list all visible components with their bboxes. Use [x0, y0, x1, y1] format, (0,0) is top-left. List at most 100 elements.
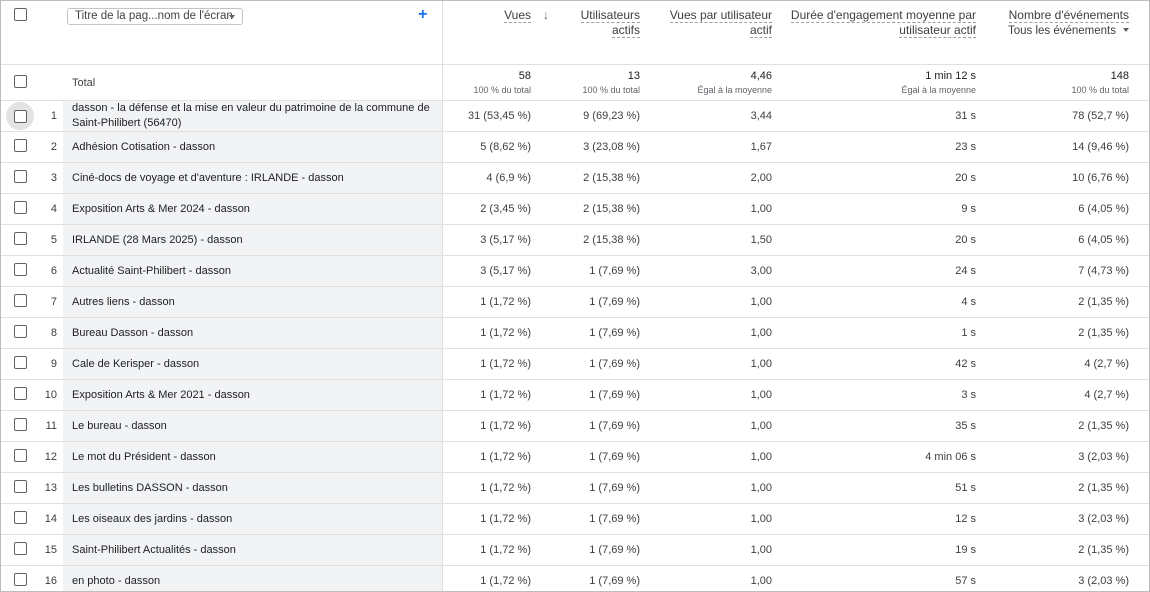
row-checkbox[interactable]: [14, 139, 27, 152]
totals-label: Total: [63, 64, 443, 101]
page-title-cell[interactable]: Cale de Kerisper - dasson: [63, 348, 443, 380]
header-row: Titre de la pag...nom de l'écran + Vues …: [1, 1, 1149, 65]
table-row[interactable]: 16 en photo - dasson 1 (1,72 %) 1 (7,69 %) 1…: [1, 565, 1149, 591]
table-body: 1 dasson - la défense et la mise en valeu…: [1, 100, 1149, 591]
row-checkbox[interactable]: [14, 542, 27, 555]
page-title-cell[interactable]: Les oiseaux des jardins - dasson: [63, 503, 443, 535]
event-count-cell: 4 (2,7 %): [984, 379, 1149, 411]
row-index: 16: [37, 565, 63, 591]
total-active-users-sub: 100 % du total: [582, 84, 640, 95]
table-row[interactable]: 3 Ciné-docs de voyage et d'aventure : IRL…: [1, 162, 1149, 194]
page-title-cell[interactable]: IRLANDE (28 Mars 2025) - dasson: [63, 224, 443, 256]
event-count-cell: 3 (2,03 %): [984, 565, 1149, 591]
page-title-cell[interactable]: Saint-Philibert Actualités - dasson: [63, 534, 443, 566]
table-row[interactable]: 7 Autres liens - dasson 1 (1,72 %) 1 (7,69 …: [1, 286, 1149, 318]
views-per-user-cell: 1,00: [648, 503, 780, 535]
select-all-checkbox[interactable]: [14, 8, 27, 21]
page-title-cell[interactable]: en photo - dasson: [63, 565, 443, 591]
total-event-count-sub: 100 % du total: [1071, 84, 1129, 95]
row-checkbox[interactable]: [14, 294, 27, 307]
page-title-cell[interactable]: Le bureau - dasson: [63, 410, 443, 442]
col-header-avg-engagement-label-2: utilisateur actif: [899, 23, 976, 38]
total-views-per-user: 4,46: [750, 69, 772, 82]
table-row[interactable]: 1 dasson - la défense et la mise en valeu…: [1, 100, 1149, 132]
page-title-cell[interactable]: Exposition Arts & Mer 2024 - dasson: [63, 193, 443, 225]
page-title-cell[interactable]: dasson - la défense et la mise en valeur…: [63, 100, 443, 132]
row-index: 1: [37, 100, 63, 132]
row-checkbox[interactable]: [14, 449, 27, 462]
views-cell: 1 (1,72 %): [442, 472, 539, 504]
active-users-cell: 1 (7,69 %): [539, 286, 648, 318]
event-count-cell: 3 (2,03 %): [984, 503, 1149, 535]
row-checkbox[interactable]: [14, 356, 27, 369]
row-index: 14: [37, 503, 63, 535]
col-header-event-count[interactable]: Nombre d'événements Tous les événements: [984, 1, 1149, 65]
table-row[interactable]: 8 Bureau Dasson - dasson 1 (1,72 %) 1 (7,69…: [1, 317, 1149, 349]
avg-engagement-cell: 35 s: [780, 410, 984, 442]
table-row[interactable]: 2 Adhésion Cotisation - dasson 5 (8,62 %) 3…: [1, 131, 1149, 163]
total-active-users: 13: [627, 69, 640, 82]
table-row[interactable]: 9 Cale de Kerisper - dasson 1 (1,72 %) 1 (7…: [1, 348, 1149, 380]
row-checkbox[interactable]: [14, 511, 27, 524]
views-per-user-cell: 1,00: [648, 317, 780, 349]
chevron-down-icon: [229, 15, 235, 19]
table-row[interactable]: 11 Le bureau - dasson 1 (1,72 %) 1 (7,69 %)…: [1, 410, 1149, 442]
page-title-cell[interactable]: Adhésion Cotisation - dasson: [63, 131, 443, 163]
page-title-cell[interactable]: Exposition Arts & Mer 2021 - dasson: [63, 379, 443, 411]
table-row[interactable]: 13 Les bulletins DASSON - dasson 1 (1,72 %…: [1, 472, 1149, 504]
table-row[interactable]: 10 Exposition Arts & Mer 2021 - dasson 1 (…: [1, 379, 1149, 411]
views-cell: 1 (1,72 %): [442, 379, 539, 411]
page-title-cell[interactable]: Les bulletins DASSON - dasson: [63, 472, 443, 504]
totals-checkbox[interactable]: [14, 74, 27, 88]
page-title-cell[interactable]: Ciné-docs de voyage et d'aventure : IRLA…: [63, 162, 443, 194]
sort-arrow-down-icon[interactable]: ↓: [543, 8, 549, 23]
row-checkbox[interactable]: [14, 480, 27, 493]
row-checkbox[interactable]: [14, 573, 27, 586]
avg-engagement-cell: 57 s: [780, 565, 984, 591]
row-checkbox[interactable]: [14, 325, 27, 338]
table-row[interactable]: 4 Exposition Arts & Mer 2024 - dasson 2 (3…: [1, 193, 1149, 225]
totals-row: Total 58 100 % du total 13 100 % du total …: [1, 64, 1149, 101]
total-avg-engagement-sub: Égal à la moyenne: [901, 84, 976, 95]
table-row[interactable]: 15 Saint-Philibert Actualités - dasson 1 (…: [1, 534, 1149, 566]
row-checkbox[interactable]: [14, 263, 27, 276]
views-per-user-cell: 1,67: [648, 131, 780, 163]
views-per-user-cell: 1,00: [648, 565, 780, 591]
page-title-cell[interactable]: Le mot du Président - dasson: [63, 441, 443, 473]
total-views-per-user-sub: Égal à la moyenne: [697, 84, 772, 95]
table-row[interactable]: 12 Le mot du Président - dasson 1 (1,72 %)…: [1, 441, 1149, 473]
active-users-cell: 9 (69,23 %): [539, 100, 648, 132]
page-title-cell[interactable]: Actualité Saint-Philibert - dasson: [63, 255, 443, 287]
table-row[interactable]: 6 Actualité Saint-Philibert - dasson 3 (5,…: [1, 255, 1149, 287]
page-title-cell[interactable]: Bureau Dasson - dasson: [63, 317, 443, 349]
col-header-views[interactable]: Vues: [442, 1, 539, 65]
events-filter-dropdown[interactable]: Tous les événements: [1008, 24, 1129, 39]
views-cell: 31 (53,45 %): [442, 100, 539, 132]
event-count-cell: 2 (1,35 %): [984, 317, 1149, 349]
row-checkbox[interactable]: [14, 232, 27, 245]
table-row[interactable]: 14 Les oiseaux des jardins - dasson 1 (1,7…: [1, 503, 1149, 535]
row-checkbox[interactable]: [14, 418, 27, 431]
active-users-cell: 1 (7,69 %): [539, 441, 648, 473]
dimension-select[interactable]: Titre de la pag...nom de l'écran: [67, 8, 243, 25]
event-count-cell: 7 (4,73 %): [984, 255, 1149, 287]
col-header-active-users[interactable]: ↓ Utilisateurs actifs: [539, 1, 648, 65]
table-row[interactable]: 5 IRLANDE (28 Mars 2025) - dasson 3 (5,17 …: [1, 224, 1149, 256]
col-header-views-per-user[interactable]: Vues par utilisateur actif: [648, 1, 780, 65]
row-checkbox[interactable]: [14, 387, 27, 400]
row-checkbox[interactable]: [14, 170, 27, 183]
views-per-user-cell: 1,00: [648, 286, 780, 318]
active-users-cell: 2 (15,38 %): [539, 162, 648, 194]
page-title-cell[interactable]: Autres liens - dasson: [63, 286, 443, 318]
row-checkbox[interactable]: [14, 201, 27, 214]
event-count-cell: 78 (52,7 %): [984, 100, 1149, 132]
active-users-cell: 1 (7,69 %): [539, 565, 648, 591]
row-checkbox[interactable]: [14, 110, 27, 123]
add-dimension-icon[interactable]: +: [418, 7, 427, 23]
views-cell: 4 (6,9 %): [442, 162, 539, 194]
event-count-cell: 6 (4,05 %): [984, 224, 1149, 256]
row-index: 2: [37, 131, 63, 163]
col-header-avg-engagement[interactable]: Durée d'engagement moyenne par utilisate…: [780, 1, 984, 65]
views-cell: 5 (8,62 %): [442, 131, 539, 163]
views-cell: 1 (1,72 %): [442, 441, 539, 473]
